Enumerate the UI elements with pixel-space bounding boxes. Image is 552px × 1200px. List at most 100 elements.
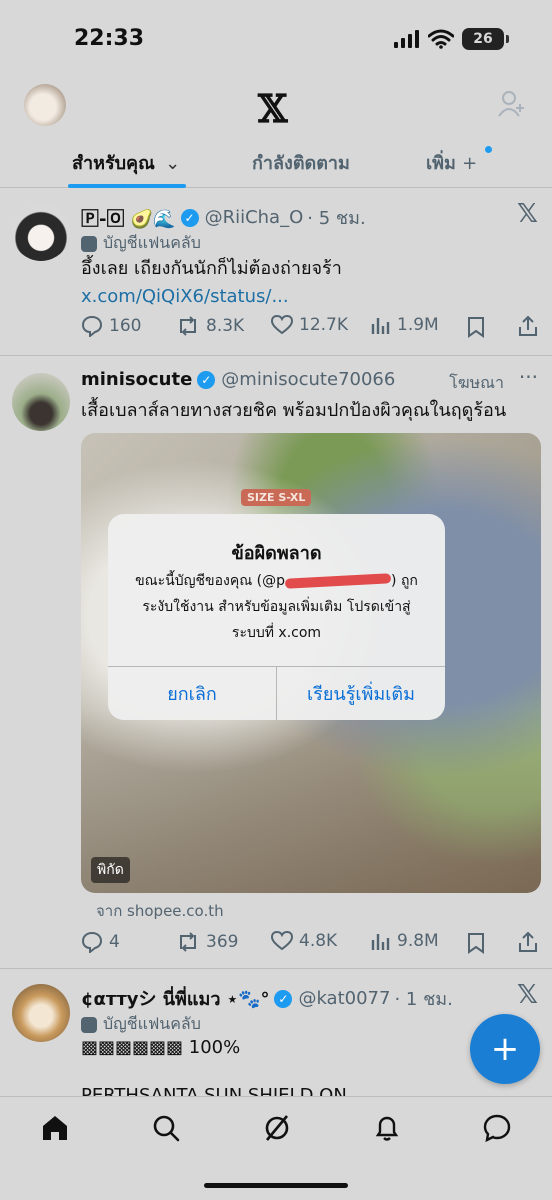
fanclub-text: บัญชีแฟนคลับ xyxy=(103,233,201,252)
verified-badge-icon: ✓ xyxy=(197,370,216,389)
active-tab-indicator xyxy=(68,184,186,188)
author-handle[interactable]: @RiiCha_O xyxy=(205,207,304,228)
views-icon xyxy=(371,318,390,334)
post-time: · 5 ชม. xyxy=(307,208,366,229)
post-header: 🄿-🄾 🥑🌊 ✓ @RiiCha_O · 5 ชม. xyxy=(81,203,366,232)
heart-icon xyxy=(271,931,293,951)
tab-for-you-label: สำหรับคุณ xyxy=(72,153,155,174)
bell-icon[interactable] xyxy=(372,1113,402,1143)
tab-more[interactable]: เพิ่ม + xyxy=(426,148,477,177)
repost-icon xyxy=(180,932,196,952)
compose-post-button[interactable]: + xyxy=(470,1014,540,1084)
post-avatar[interactable] xyxy=(12,373,70,431)
home-icon[interactable] xyxy=(40,1113,70,1143)
post-avatar[interactable] xyxy=(12,203,70,261)
notification-dot xyxy=(485,146,492,153)
tab-for-you[interactable]: สำหรับคุณ ⌄ xyxy=(72,148,180,177)
post-text-line-2: PERTHSANTA SUN SHIELD ON xyxy=(81,1085,347,1096)
like-button[interactable]: 12.7K xyxy=(271,315,348,335)
post-time: · 1 ชม. xyxy=(394,989,453,1010)
post-header: ¢αттуシ นี่พี่แมว ⋆🐾° ✓ @kat0077 · 1 ชม. xyxy=(81,984,453,1013)
repost-count: 369 xyxy=(206,932,239,952)
dialog-message: ขณะนี้บัญชีของคุณ (@p) ถูกระงับใช้งาน สำ… xyxy=(126,568,427,646)
cancel-button[interactable]: ยกเลิก xyxy=(108,666,276,720)
x-logo: 𝕏 xyxy=(258,86,288,131)
post-link[interactable]: x.com/QiQiX6/status/... xyxy=(81,286,289,307)
heart-icon xyxy=(271,315,293,335)
post-text: เสื้อเบลาส์ลายทางสวยชิค พร้อมปกป้องผิวคุ… xyxy=(81,400,507,421)
top-header: 𝕏 สำหรับคุณ ⌄ กำลังติดตาม เพิ่ม + xyxy=(0,80,552,188)
bookmark-icon[interactable] xyxy=(467,932,485,954)
post-avatar[interactable] xyxy=(12,984,70,1042)
views-count: 1.9M xyxy=(397,315,439,335)
author-handle[interactable]: @minisocute70066 xyxy=(221,369,395,390)
add-user-icon[interactable] xyxy=(498,90,526,118)
post-text: ▩▩▩▩▩▩ 100% xyxy=(81,1037,241,1058)
views-button[interactable]: 9.8M xyxy=(371,931,439,951)
reply-count: 4 xyxy=(109,932,120,952)
messages-icon[interactable] xyxy=(482,1113,512,1143)
dialog-message-start: ขณะนี้บัญชีของคุณ (@p xyxy=(135,573,286,589)
fanclub-label: บัญชีแฟนคลับ xyxy=(81,231,201,256)
error-dialog: ข้อผิดพลาด ขณะนี้บัญชีของคุณ (@p) ถูกระง… xyxy=(108,514,445,720)
reply-count: 160 xyxy=(109,316,142,336)
status-icons: 26 xyxy=(394,28,509,50)
author-name[interactable]: 🄿-🄾 🥑🌊 xyxy=(81,205,176,231)
reply-button[interactable]: 160 xyxy=(81,315,141,337)
profile-avatar[interactable] xyxy=(24,84,66,126)
chevron-down-icon: ⌄ xyxy=(165,153,181,174)
tab-more-label: เพิ่ม xyxy=(426,153,456,174)
post-card[interactable]: ¢αттуシ นี่พี่แมว ⋆🐾° ✓ @kat0077 · 1 ชม. … xyxy=(0,970,552,1096)
grok-x-icon[interactable]: 𝕏 xyxy=(517,980,538,1010)
views-button[interactable]: 1.9M xyxy=(371,315,439,335)
search-icon[interactable] xyxy=(151,1113,181,1143)
grok-x-icon[interactable]: 𝕏 xyxy=(517,199,538,229)
like-count: 12.7K xyxy=(299,315,348,335)
learn-more-button[interactable]: เรียนรู้เพิ่มเติม xyxy=(277,666,445,720)
mask-icon xyxy=(81,1016,97,1033)
wifi-icon xyxy=(428,29,454,49)
author-handle[interactable]: @kat0077 xyxy=(298,988,390,1009)
author-name[interactable]: ¢αттуシ นี่พี่แมว ⋆🐾° xyxy=(81,984,269,1013)
post-actions: 160 8.3K 12.7K 1.9M xyxy=(81,315,541,341)
like-button[interactable]: 4.8K xyxy=(271,931,337,951)
author-name[interactable]: minisocute xyxy=(81,369,192,390)
tab-following[interactable]: กำลังติดตาม xyxy=(252,148,350,177)
like-count: 4.8K xyxy=(299,931,338,951)
plus-icon: + xyxy=(462,153,478,174)
bookmark-icon[interactable] xyxy=(467,316,485,338)
redacted-handle xyxy=(284,573,392,589)
repost-button[interactable]: 8.3K xyxy=(176,315,244,337)
mask-icon xyxy=(81,235,97,252)
home-indicator xyxy=(204,1183,348,1188)
signal-icon xyxy=(394,30,419,48)
reply-icon xyxy=(81,315,103,337)
status-time: 22:33 xyxy=(74,26,145,51)
post-body: อึ้งเลย เถียงกันนักก็ไม่ต้องถ่ายจร้า xyxy=(81,258,342,279)
share-icon[interactable] xyxy=(517,931,539,953)
bottom-navigation xyxy=(0,1096,552,1200)
ad-source[interactable]: จาก shopee.co.th xyxy=(96,899,224,923)
verified-badge-icon: ✓ xyxy=(180,208,199,227)
repost-button[interactable]: 369 xyxy=(176,931,238,953)
media-size-badge: SIZE S-XL xyxy=(241,489,312,506)
views-icon xyxy=(371,934,390,950)
repost-count: 8.3K xyxy=(206,316,245,336)
grok-icon[interactable] xyxy=(262,1113,292,1143)
post-text: อึ้งเลย เถียงกันนักก็ไม่ต้องถ่ายจร้า x.c… xyxy=(81,255,531,311)
share-icon[interactable] xyxy=(517,315,539,337)
post-header: minisocute ✓ @minisocute70066 xyxy=(81,369,395,390)
verified-badge-icon: ✓ xyxy=(274,989,293,1008)
battery-icon: 26 xyxy=(462,28,509,50)
post-actions: 4 369 4.8K 9.8M xyxy=(81,931,541,957)
reply-button[interactable]: 4 xyxy=(81,931,120,953)
ad-label: โฆษณา xyxy=(449,373,504,392)
post-card[interactable]: 🄿-🄾 🥑🌊 ✓ @RiiCha_O · 5 ชม. 𝕏 บัญชีแฟนคลั… xyxy=(0,189,552,356)
repost-icon xyxy=(180,316,196,336)
dialog-title: ข้อผิดพลาด xyxy=(231,543,322,564)
more-options-icon[interactable]: ··· xyxy=(519,365,538,389)
reply-icon xyxy=(81,931,103,953)
timeline-tabs: สำหรับคุณ ⌄ กำลังติดตาม เพิ่ม + xyxy=(0,138,552,188)
location-pin-label[interactable]: พิกัด xyxy=(91,857,130,883)
status-bar: 22:33 26 xyxy=(0,0,552,80)
